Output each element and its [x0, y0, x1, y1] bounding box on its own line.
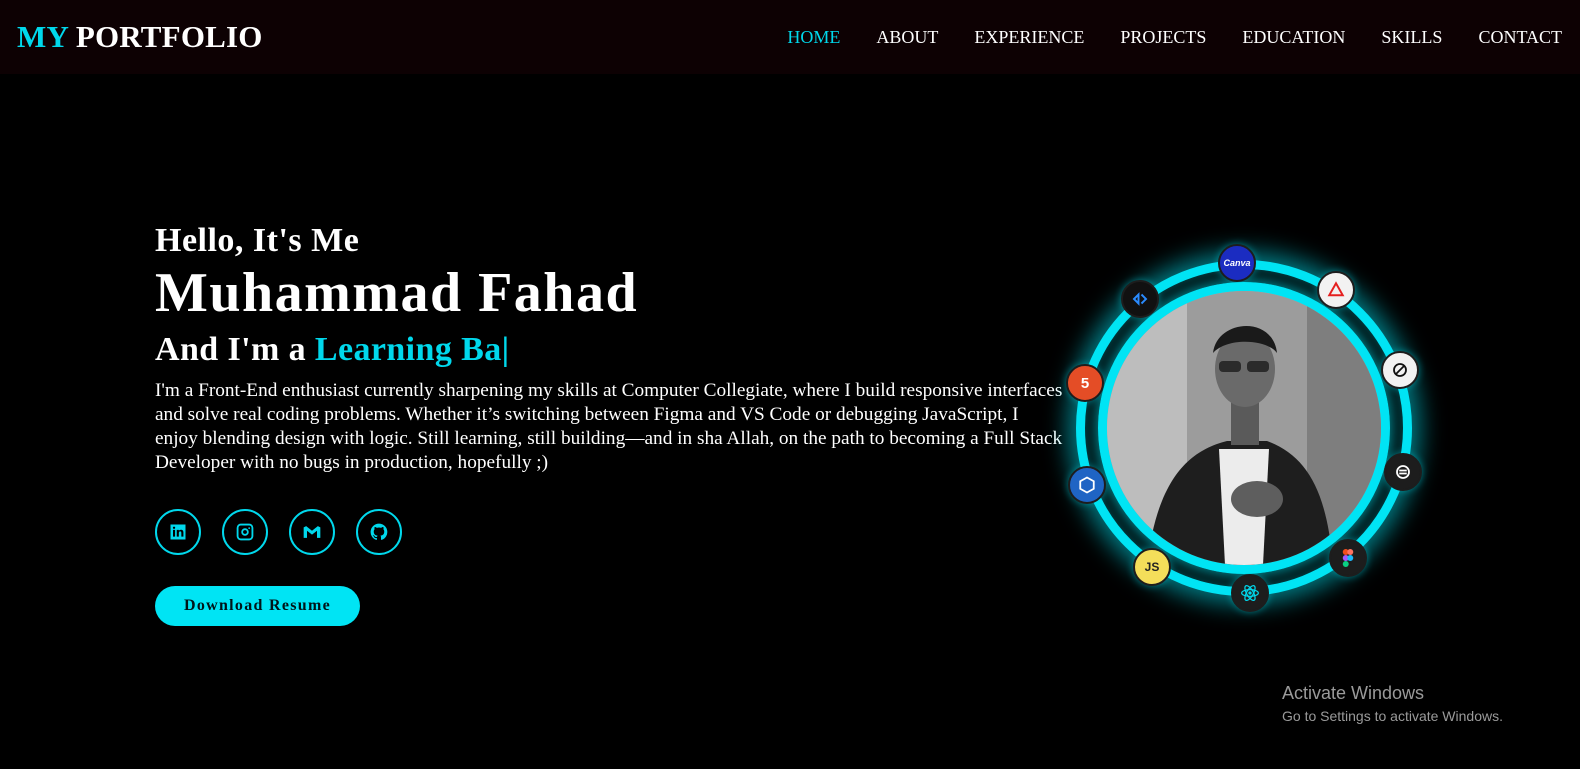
watermark-subtitle: Go to Settings to activate Windows. [1282, 708, 1503, 724]
html5-icon: 5 [1066, 364, 1104, 402]
nodejs-glyph [1079, 476, 1095, 494]
instagram-link[interactable] [222, 508, 268, 555]
linkedin-icon [170, 524, 186, 540]
canva-icon: Canva [1218, 244, 1256, 282]
nav-home[interactable]: HOME [787, 27, 840, 48]
windows-activation-watermark: Activate Windows Go to Settings to activ… [1282, 683, 1503, 724]
profile-orbit: Canva 5 JS [1066, 244, 1424, 614]
nav-contact[interactable]: CONTACT [1478, 27, 1562, 48]
react-icon [1231, 574, 1269, 612]
social-links [155, 508, 1075, 555]
react-glyph [1241, 584, 1259, 602]
logo-text: PORTFOLIO [75, 19, 263, 54]
profile-photo-frame [1098, 282, 1390, 574]
openai-icon [1381, 351, 1419, 389]
navbar: MY PORTFOLIO HOME ABOUT EXPERIENCE PROJE… [0, 0, 1580, 74]
watermark-title: Activate Windows [1282, 683, 1425, 703]
nav-education[interactable]: EDUCATION [1242, 27, 1345, 48]
gmail-link[interactable] [289, 508, 335, 555]
dev-tool-glyph [1132, 292, 1148, 306]
openai-glyph [1393, 363, 1407, 377]
github-icon [370, 523, 388, 540]
nav-about[interactable]: ABOUT [876, 27, 938, 48]
nodejs-icon [1068, 466, 1106, 504]
github-link[interactable] [356, 508, 402, 555]
role-prefix: And I'm a [155, 330, 306, 368]
nav-projects[interactable]: PROJECTS [1120, 27, 1206, 48]
gmail-icon [303, 525, 321, 538]
figma-icon [1329, 539, 1367, 577]
linkedin-link[interactable] [155, 508, 201, 555]
nav-experience[interactable]: EXPERIENCE [974, 27, 1084, 48]
logo-accent: MY [17, 19, 68, 54]
nav-skills[interactable]: SKILLS [1381, 27, 1442, 48]
vercel-icon [1317, 271, 1355, 309]
role-typed-text: Learning Ba| [314, 330, 510, 368]
hero-bio: I'm a Front-End enthusiast currently sha… [155, 379, 1063, 473]
hero-name: Muhammad Fahad [155, 262, 639, 324]
hero-section: Hello, It's Me Muhammad Fahad And I'm a … [155, 222, 1075, 626]
dev-tool-icon [1121, 280, 1159, 318]
javascript-icon: JS [1133, 548, 1171, 586]
vercel-glyph [1327, 281, 1345, 297]
download-resume-button[interactable]: Download Resume [155, 585, 360, 626]
profile-photo [1107, 291, 1381, 565]
hero-role: And I'm a Learning Ba| [155, 331, 1075, 369]
instagram-icon [236, 523, 254, 541]
hero-greeting: Hello, It's Me [155, 222, 360, 259]
lucide-glyph [1396, 465, 1410, 479]
lucide-icon [1384, 453, 1422, 491]
main-nav: HOME ABOUT EXPERIENCE PROJECTS EDUCATION… [751, 27, 1562, 48]
figma-glyph [1342, 549, 1354, 567]
site-logo[interactable]: MY PORTFOLIO [17, 19, 263, 55]
